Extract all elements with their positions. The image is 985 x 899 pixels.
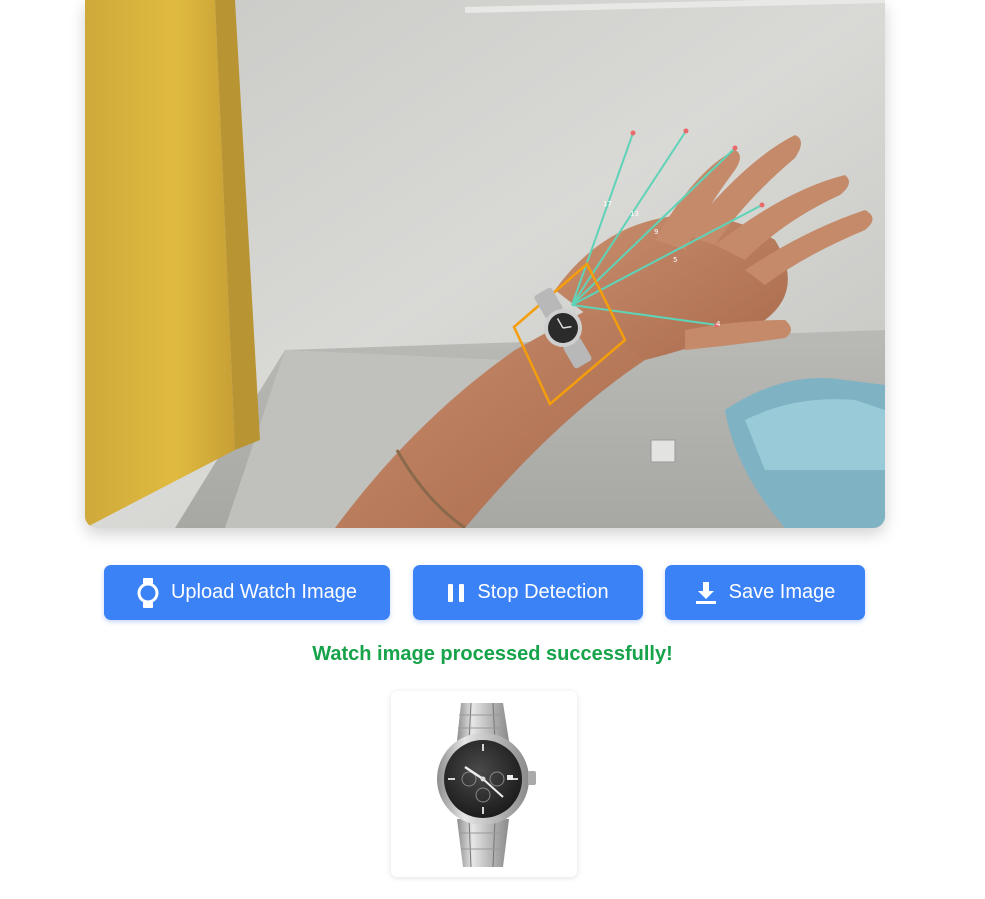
controls-bar: Upload Watch Image Stop Detection Save I… <box>0 565 985 620</box>
upload-button-label: Upload Watch Image <box>170 581 357 603</box>
status-message: Watch image processed successfully! <box>312 643 673 665</box>
stop-button-label: Stop Detection <box>477 581 609 603</box>
save-image-button[interactable]: Save Image <box>665 565 865 620</box>
camera-feed: 17 13 9 5 4 <box>85 0 885 528</box>
save-button-label: Save Image <box>728 581 836 603</box>
stop-detection-button[interactable]: Stop Detection <box>413 565 643 620</box>
landmark-label: 17 <box>603 200 612 208</box>
download-icon <box>695 581 717 605</box>
landmark-label: 9 <box>654 228 658 236</box>
landmark-label: 4 <box>716 320 721 328</box>
watch-image <box>437 702 536 868</box>
landmark-label: 5 <box>673 256 677 264</box>
watch-preview <box>391 691 577 877</box>
landmark-label: 13 <box>630 210 639 218</box>
pause-icon <box>447 583 465 603</box>
camera-scene: 17 13 9 5 4 <box>85 0 885 528</box>
watch-icon <box>137 577 159 608</box>
upload-watch-image-button[interactable]: Upload Watch Image <box>104 565 390 620</box>
